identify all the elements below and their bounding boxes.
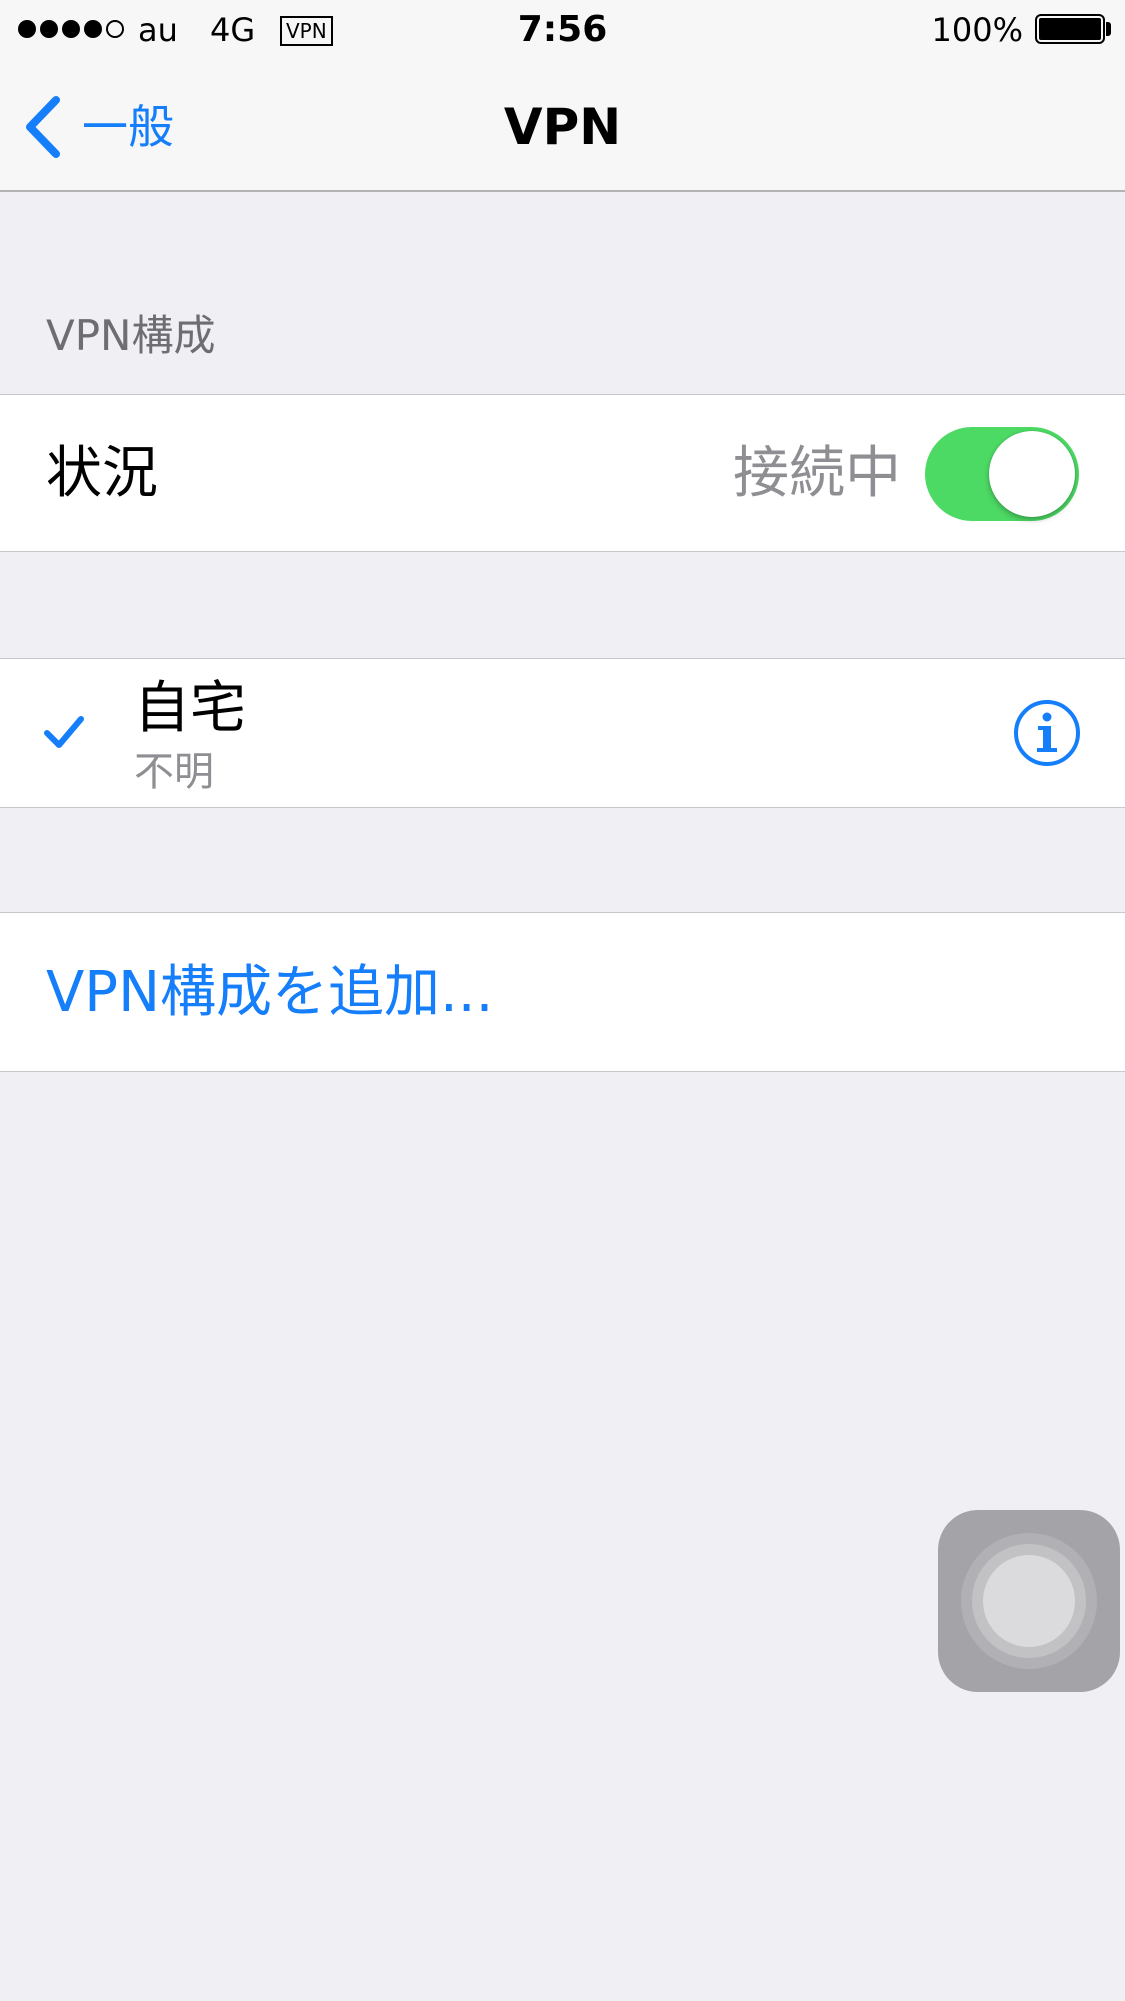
battery-cap bbox=[1106, 22, 1111, 36]
info-circle-icon[interactable] bbox=[1013, 699, 1081, 767]
vpn-toggle[interactable] bbox=[925, 427, 1079, 521]
toggle-knob bbox=[989, 431, 1075, 517]
status-label: 状況 bbox=[46, 441, 158, 506]
add-vpn-config-button: VPN構成を追加... bbox=[46, 960, 494, 1025]
battery-level bbox=[1039, 18, 1101, 40]
page-title: VPN bbox=[503, 98, 622, 156]
config-name: 自宅 bbox=[134, 676, 246, 741]
vpn-config-row[interactable]: 自宅 不明 bbox=[0, 658, 1125, 808]
config-subtitle: 不明 bbox=[134, 749, 214, 795]
checkmark-icon bbox=[44, 716, 84, 748]
status-bar: au 4G VPN 7:56 100% bbox=[0, 0, 1125, 62]
navigation-bar: 一般 VPN bbox=[0, 62, 1125, 192]
battery-percentage: 100% bbox=[931, 11, 1023, 49]
add-vpn-config-row[interactable]: VPN構成を追加... bbox=[0, 912, 1125, 1072]
assistive-touch-ring-inner bbox=[983, 1555, 1075, 1647]
vpn-status-row: 状況 接続中 bbox=[0, 394, 1125, 552]
battery-icon bbox=[1035, 14, 1105, 44]
assistive-touch-icon[interactable] bbox=[938, 1510, 1120, 1692]
status-value: 接続中 bbox=[733, 441, 901, 506]
section-header: VPN構成 bbox=[46, 311, 216, 360]
